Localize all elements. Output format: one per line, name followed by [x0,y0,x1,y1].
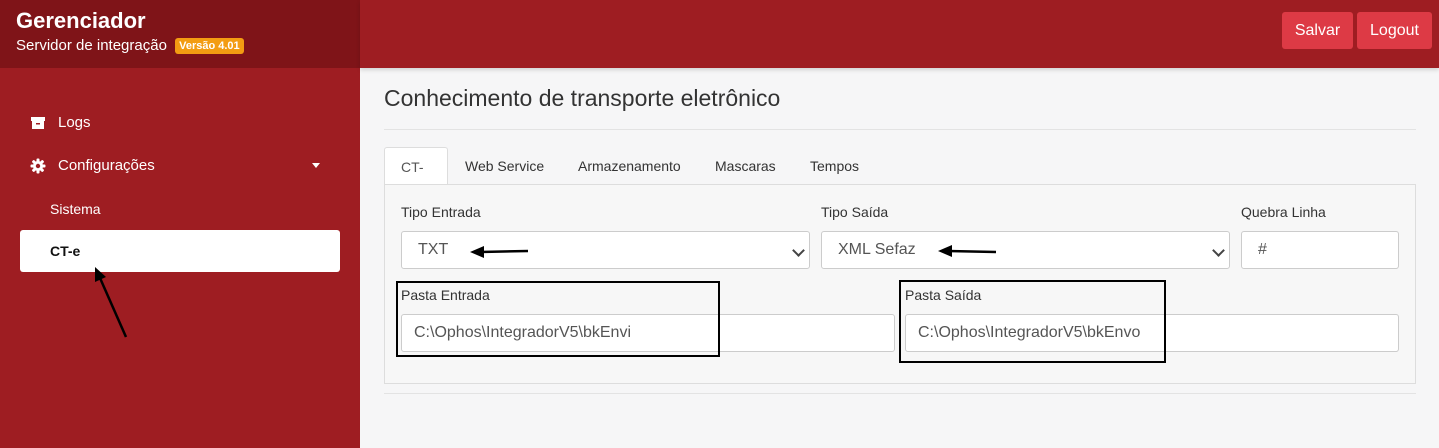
annotation-arrow [479,249,529,254]
annotation-arrows [95,245,997,338]
arrow-head-icon [470,246,484,258]
annotation-arrow [98,277,128,338]
arrow-head-icon [938,245,952,257]
annotation-arrow [947,249,997,254]
